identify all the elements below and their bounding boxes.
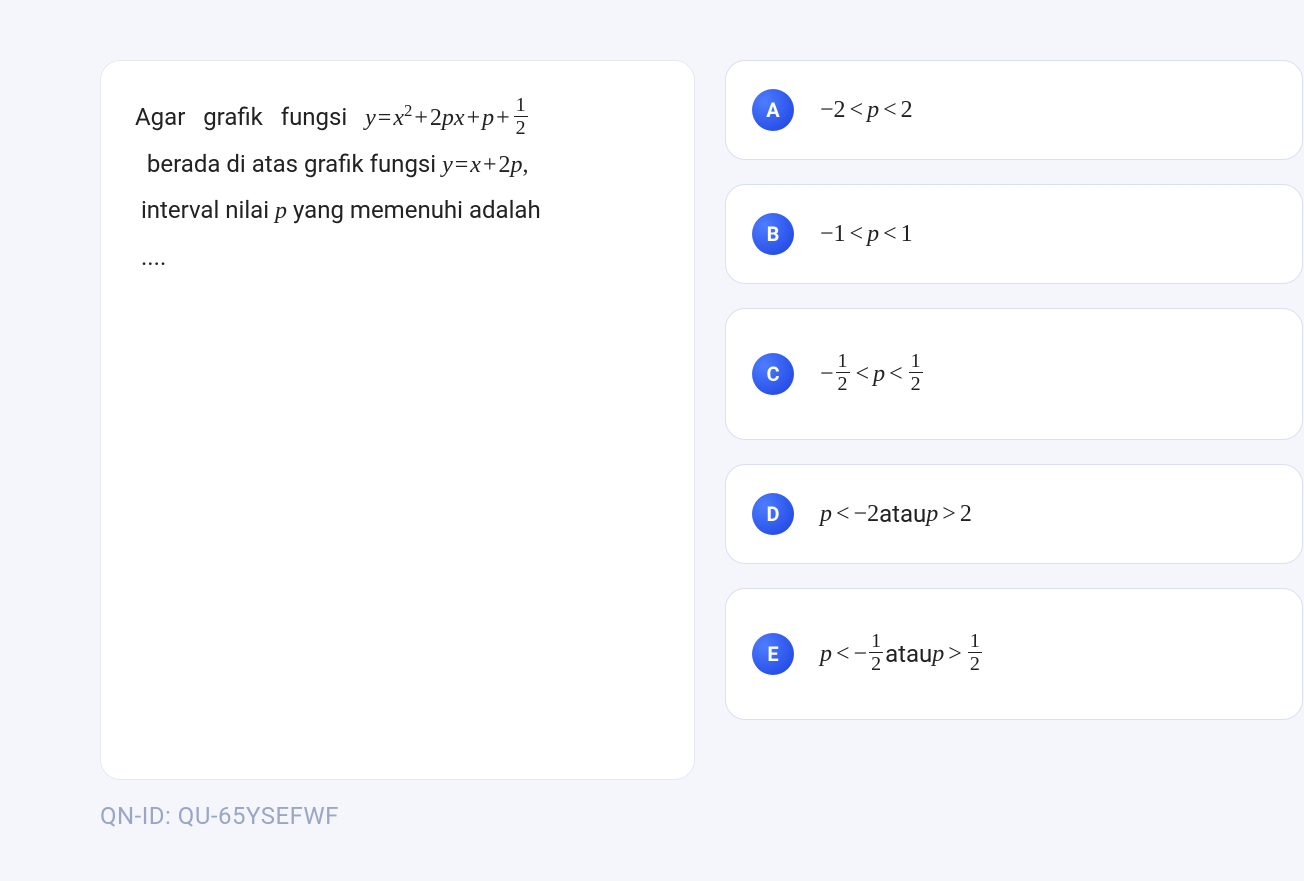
q-text-4: berada di atas grafik fungsi xyxy=(147,150,436,178)
q-text-2: grafik xyxy=(203,103,263,131)
fraction-icon: 12 xyxy=(836,351,850,394)
fraction-icon: 12 xyxy=(869,631,883,674)
answer-option-b[interactable]: B −1 < p < 1 xyxy=(725,184,1303,284)
answer-badge: E xyxy=(752,633,794,675)
q-var-p: p xyxy=(275,198,287,224)
q-dots: .... xyxy=(141,243,166,271)
answer-option-a[interactable]: A −2 < p < 2 xyxy=(725,60,1303,160)
question-text: Agar grafik fungsi y=x2+2px+p+12 berada … xyxy=(135,103,541,271)
answer-option-e[interactable]: E p < − 12 atau p > 12 xyxy=(725,588,1303,720)
answer-option-d[interactable]: D p < −2 atau p > 2 xyxy=(725,464,1303,564)
answer-body: − 12 < p < 12 xyxy=(820,353,925,396)
q-equation-2: y=x+2p, xyxy=(442,150,528,178)
answer-body: p < −2 atau p > 2 xyxy=(820,500,972,528)
question-card: Agar grafik fungsi y=x2+2px+p+12 berada … xyxy=(100,60,695,780)
fraction-icon: 12 xyxy=(514,95,528,138)
answer-body: −1 < p < 1 xyxy=(820,221,913,248)
answer-option-c[interactable]: C − 12 < p < 12 xyxy=(725,308,1303,440)
answer-badge: D xyxy=(752,493,794,535)
q-equation-1: y=x2+2px+p+12 xyxy=(365,103,530,131)
answer-body: −2 < p < 2 xyxy=(820,97,913,124)
answer-body: p < − 12 atau p > 12 xyxy=(820,633,984,676)
question-layout: Agar grafik fungsi y=x2+2px+p+12 berada … xyxy=(100,60,1304,780)
fraction-icon: 12 xyxy=(909,351,923,394)
answer-list: A −2 < p < 2 B −1 < p < 1 C − 12 xyxy=(725,60,1303,720)
fraction-icon: 12 xyxy=(968,631,982,674)
q-text-3: fungsi xyxy=(281,103,348,131)
q-text-5: interval nilai xyxy=(141,196,269,224)
answer-badge: B xyxy=(752,213,794,255)
question-id-label: QN-ID: QU-65YSEFWF xyxy=(100,802,339,830)
answer-badge: A xyxy=(752,89,794,131)
q-text-6: yang memenuhi adalah xyxy=(293,196,541,224)
q-text-1: Agar xyxy=(135,103,185,131)
answer-badge: C xyxy=(752,353,794,395)
